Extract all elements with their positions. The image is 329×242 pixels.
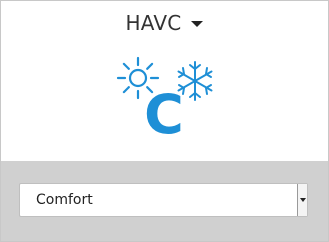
- mode-status-display: C: [1, 51, 328, 151]
- mode-select-value: Comfort: [36, 192, 93, 208]
- mode-letter: C: [144, 83, 184, 146]
- mode-footer: Comfort: [1, 161, 328, 241]
- select-caret-icon[interactable]: [297, 184, 307, 216]
- hvac-title: HAVC: [125, 11, 182, 35]
- hvac-header[interactable]: HAVC: [1, 1, 328, 45]
- hvac-card: HAVC C Comfort: [0, 0, 329, 242]
- mode-select[interactable]: Comfort: [19, 183, 308, 217]
- caret-down-icon[interactable]: [191, 21, 204, 27]
